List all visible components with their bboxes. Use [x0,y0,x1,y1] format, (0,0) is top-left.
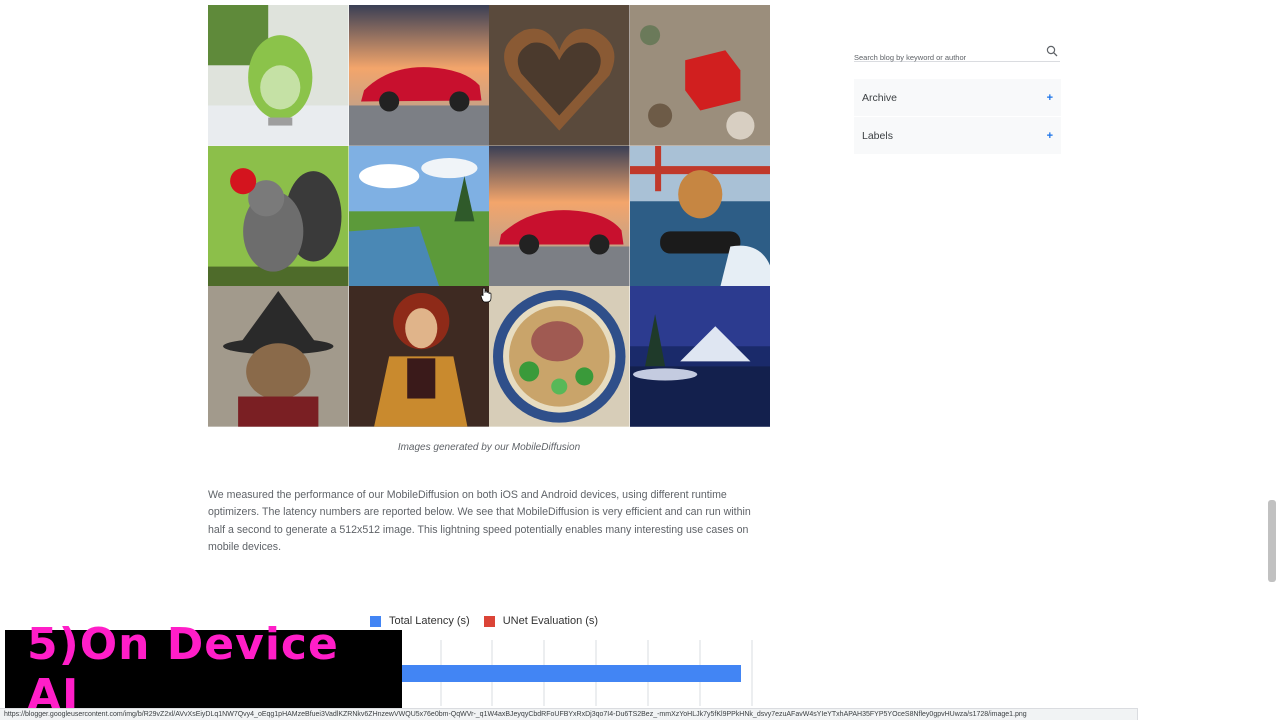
article-paragraph: We measured the performance of our Mobil… [208,489,751,554]
image-tile-pear-chair[interactable] [208,5,349,146]
search-icon[interactable] [1046,45,1058,57]
archive-accordion[interactable]: Archive + [854,79,1061,116]
image-tile-red-cube[interactable] [629,5,770,146]
expand-plus-icon[interactable]: + [1047,130,1053,142]
bar-total-latency [400,665,741,682]
generated-images-grid[interactable] [208,5,770,427]
labels-label: Labels [862,129,893,142]
expand-plus-icon[interactable]: + [1047,92,1053,104]
image-tile-wooden-heart[interactable] [489,5,630,146]
page-scrollbar[interactable] [1268,500,1276,582]
image-tile-squirrel[interactable] [208,145,349,287]
image-tile-mountain-lake[interactable] [629,286,770,427]
video-title-overlay: 5)On Device AI [5,619,402,720]
image-caption: Images generated by our MobileDiffusion [397,442,581,453]
image-tile-red-car[interactable] [348,5,489,146]
image-tile-witch-cat[interactable] [208,286,349,427]
legend-label-unet: UNet Evaluation (s) [502,615,599,627]
image-tile-lake-landscape[interactable] [348,145,489,287]
blog-search-box[interactable] [854,45,1060,62]
legend-item-unet: UNet Evaluation (s) [483,615,599,627]
image-tile-teddy-jetski[interactable] [629,145,770,287]
labels-accordion[interactable]: Labels + [854,117,1061,154]
chart-legend: Total Latency (s) UNet Evaluation (s) [370,615,612,627]
latency-chart [400,640,753,706]
image-tile-pho-bowl[interactable] [489,286,630,427]
archive-label: Archive [862,91,898,104]
image-tile-red-car-2[interactable] [489,145,630,287]
image-tile-red-hair-woman[interactable] [348,286,489,427]
legend-swatch-unet [483,615,495,627]
link-status-bar: https://blogger.googleusercontent.com/im… [0,708,1138,720]
overlay-title: 5)On Device AI [27,619,339,720]
search-input[interactable] [854,53,1040,62]
hand-cursor-icon [480,287,492,303]
